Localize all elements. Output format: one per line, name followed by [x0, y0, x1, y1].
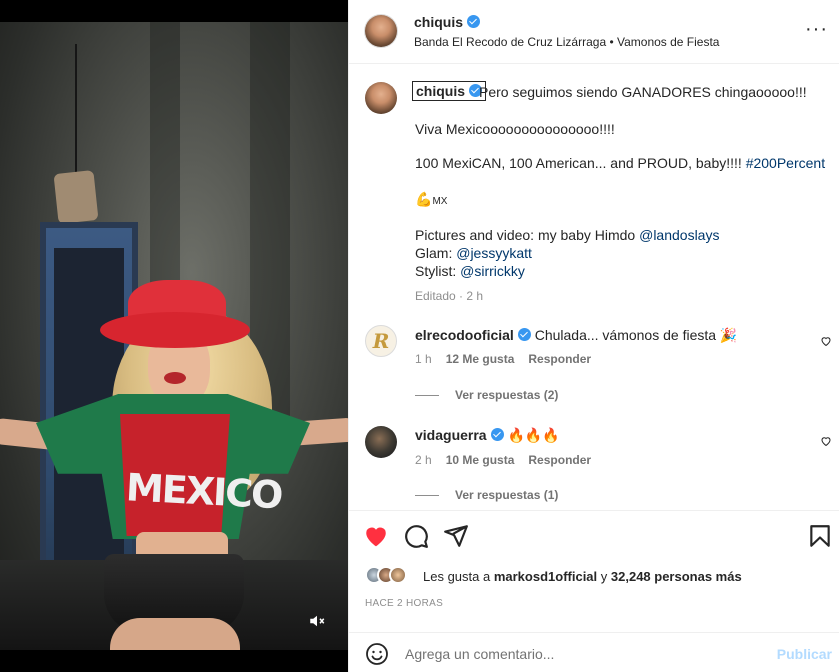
hanging-wire — [75, 44, 77, 174]
bookmark-icon[interactable] — [807, 523, 833, 549]
edited-timestamp: Editado · 2 h — [415, 289, 484, 303]
legs — [110, 618, 240, 650]
likes-conjunction: y — [597, 569, 611, 584]
likes-text[interactable]: Les gusta a markosd1official y 32,248 pe… — [423, 569, 742, 584]
likes-count[interactable]: 32,248 personas más — [611, 569, 742, 584]
comments-scroll-area[interactable]: chiquis Pero seguimos siendo GANADORES c… — [349, 64, 839, 510]
mention-link[interactable]: @jessyykatt — [456, 245, 532, 261]
comment-time: 2 h — [415, 453, 432, 467]
caption-line-4: 💪MX — [415, 191, 447, 208]
view-replies-button[interactable]: Ver respuestas (1) — [415, 488, 558, 502]
comment-text: Chulada... vámonos de fiesta 🎉 — [534, 327, 738, 343]
verified-badge-icon — [517, 328, 531, 341]
comment-likes[interactable]: 12 Me gusta — [446, 352, 515, 366]
caption-line-1: Pero seguimos siendo GANADORES chingaooo… — [479, 84, 807, 100]
verified-badge-icon — [490, 428, 504, 441]
hashtag-link[interactable]: #200Percent — [746, 155, 825, 171]
audio-attribution[interactable]: Banda El Recodo de Cruz Lizárraga • Vamo… — [414, 35, 719, 49]
post-media[interactable]: MEXICO — [0, 0, 348, 672]
verified-badge-icon — [467, 15, 481, 28]
likes-prefix: Les gusta a — [423, 569, 494, 584]
caption-line-3: 100 MexiCAN, 100 American... and PROUD, … — [415, 155, 825, 171]
wall-texture — [150, 22, 180, 322]
caption-credit-1: Pictures and video: my baby Himdo @lando… — [415, 227, 719, 243]
author-username[interactable]: chiquis — [414, 14, 481, 30]
add-comment-bar: Publicar — [349, 632, 839, 672]
caption-credit-3: Stylist: @sirrickky — [415, 263, 525, 279]
reply-button[interactable]: Responder — [528, 453, 591, 467]
instagram-post-view: MEXICO chiquis Banda El Recodo de Cruz L… — [0, 0, 839, 672]
more-horizontal-icon[interactable]: ··· — [805, 19, 828, 39]
caption-credit-2: Glam: @jessyykatt — [415, 245, 532, 261]
comment-text: 🔥🔥🔥 — [507, 427, 560, 443]
emoji-icon[interactable] — [365, 642, 389, 666]
credit-label: Glam: — [415, 245, 457, 261]
view-replies-button[interactable]: Ver respuestas (2) — [415, 388, 558, 402]
liker-username[interactable]: markosd1official — [494, 569, 597, 584]
comment-username[interactable]: vidaguerra — [415, 427, 487, 443]
caption-author-avatar[interactable] — [365, 82, 397, 114]
heart-outline-icon[interactable] — [820, 435, 832, 447]
credit-label: Pictures and video: my baby Himdo — [415, 227, 640, 243]
mention-link[interactable]: @landoslays — [639, 227, 719, 243]
comment-body: vidaguerra 🔥🔥🔥 — [415, 427, 560, 444]
post-time: HACE 2 HORAS — [365, 598, 444, 609]
mention-link[interactable]: @sirrickky — [460, 263, 525, 279]
heart-outline-icon[interactable] — [820, 335, 832, 347]
flexed-biceps-emoji: 💪 — [415, 191, 433, 207]
send-icon[interactable] — [443, 523, 469, 549]
author-avatar[interactable] — [365, 15, 397, 47]
post-header: chiquis Banda El Recodo de Cruz Lizárrag… — [349, 0, 839, 64]
red-hat-brim — [100, 312, 250, 348]
jersey-lettering: MEXICO — [124, 465, 283, 518]
caption-line-3-text: 100 MexiCAN, 100 American... and PROUD, … — [415, 155, 746, 171]
wall-fixture — [53, 170, 99, 224]
publish-button[interactable]: Publicar — [777, 646, 832, 662]
heart-filled-icon[interactable] — [363, 523, 389, 549]
comment-likes[interactable]: 10 Me gusta — [446, 453, 515, 467]
comment-body: elrecodooficial Chulada... vámonos de fi… — [415, 327, 737, 344]
caption-username[interactable]: chiquis — [411, 81, 487, 101]
flag-text: MX — [432, 196, 448, 207]
comment-username[interactable]: elrecodooficial — [415, 327, 514, 343]
comment-input[interactable] — [405, 642, 735, 666]
comment-meta: 1 h 12 Me gusta Responder — [415, 352, 591, 366]
liker-avatar[interactable] — [389, 566, 407, 584]
comment-avatar[interactable]: R — [365, 325, 397, 357]
comment-time: 1 h — [415, 352, 432, 366]
post-side-panel: chiquis Banda El Recodo de Cruz Lizárrag… — [348, 0, 839, 672]
caption-username-text[interactable]: chiquis — [416, 83, 465, 99]
video-frame[interactable]: MEXICO — [0, 22, 348, 650]
reply-button[interactable]: Responder — [528, 352, 591, 366]
comment-avatar[interactable] — [365, 426, 397, 458]
author-username-text[interactable]: chiquis — [414, 14, 463, 30]
caption-line-2: Viva Mexicooooooooooooooo!!!! — [415, 121, 615, 137]
comment-meta: 2 h 10 Me gusta Responder — [415, 453, 591, 467]
credit-label: Stylist: — [415, 263, 461, 279]
comment-icon[interactable] — [403, 523, 429, 549]
muted-speaker-icon[interactable] — [308, 612, 326, 630]
red-lips — [164, 372, 186, 384]
post-actions: Les gusta a markosd1official y 32,248 pe… — [349, 510, 839, 620]
